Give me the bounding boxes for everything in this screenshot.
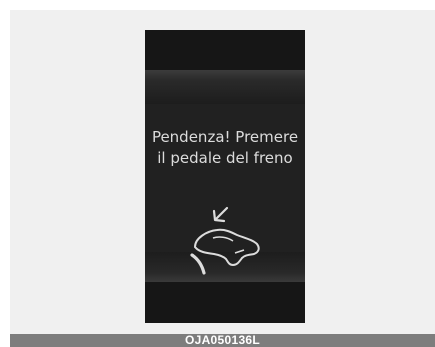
warning-message-line1: Pendenza! Premere (151, 128, 299, 146)
pedal-icon (190, 253, 206, 275)
display-top-band (145, 70, 305, 104)
image-code-bar: OJA050136L (10, 334, 435, 347)
warning-message-line2: il pedale del freno (157, 149, 293, 167)
foot-on-brake-pedal-icon (183, 205, 273, 275)
image-code-label: OJA050136L (184, 333, 261, 347)
warning-message: Pendenza! Premere il pedale del freno (145, 127, 305, 169)
cluster-display: Pendenza! Premere il pedale del freno (145, 30, 305, 323)
shoe-icon (193, 228, 260, 267)
press-arrow-icon (212, 206, 229, 223)
